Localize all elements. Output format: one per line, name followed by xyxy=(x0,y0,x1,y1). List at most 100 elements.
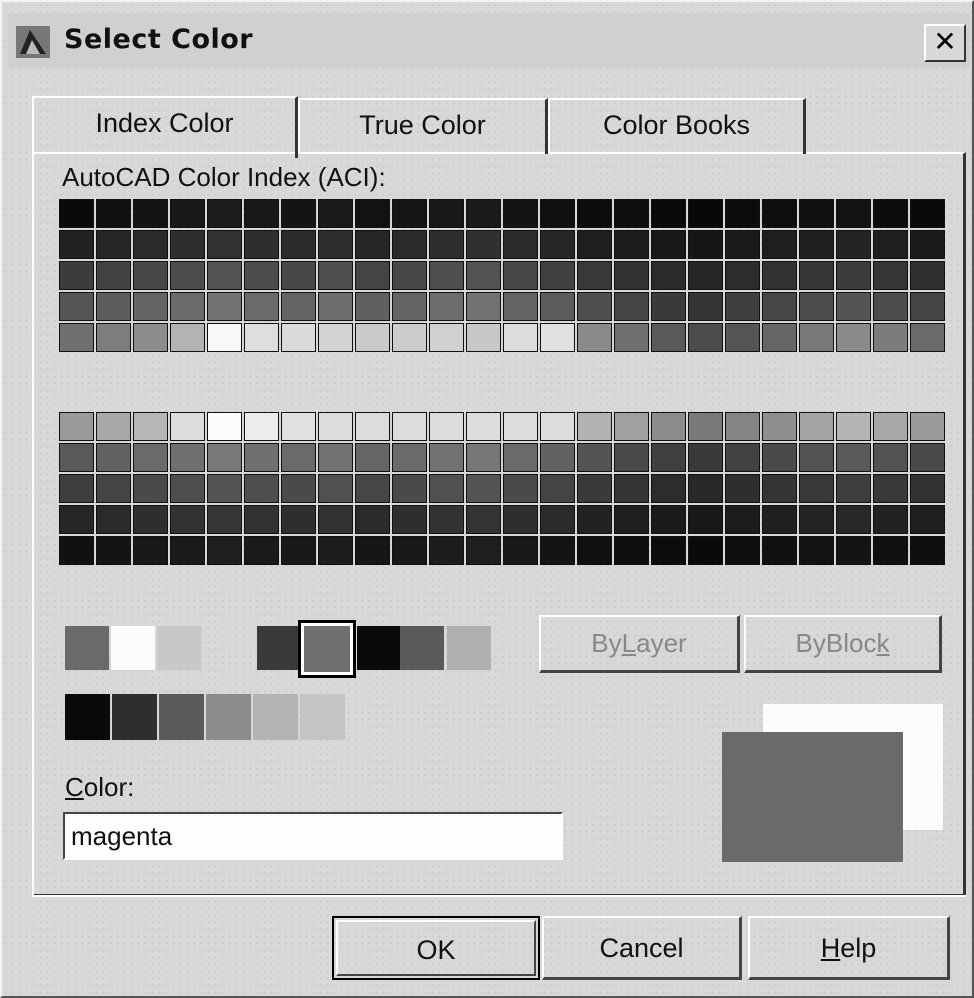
aci-swatch[interactable] xyxy=(281,474,316,503)
aci-swatch[interactable] xyxy=(207,323,242,352)
aci-swatch[interactable] xyxy=(392,505,427,534)
aci-swatch[interactable] xyxy=(873,536,908,565)
aci-swatch[interactable] xyxy=(503,323,538,352)
aci-swatch[interactable] xyxy=(281,412,316,441)
aci-swatch[interactable] xyxy=(651,230,686,259)
aci-swatch[interactable] xyxy=(429,474,464,503)
aci-swatch[interactable] xyxy=(355,474,390,503)
aci-swatch[interactable] xyxy=(799,505,834,534)
aci-swatch[interactable] xyxy=(725,443,760,472)
aci-swatch[interactable] xyxy=(762,505,797,534)
byblock-button[interactable]: ByBlock xyxy=(744,615,942,673)
aci-swatch[interactable] xyxy=(873,474,908,503)
aci-swatch[interactable] xyxy=(466,199,501,228)
aci-swatch[interactable] xyxy=(96,323,131,352)
aci-swatch[interactable] xyxy=(429,536,464,565)
aci-swatch[interactable] xyxy=(429,292,464,321)
aci-swatch[interactable] xyxy=(96,199,131,228)
aci-swatch[interactable] xyxy=(207,474,242,503)
aci-swatch[interactable] xyxy=(503,230,538,259)
aci-swatch[interactable] xyxy=(688,199,723,228)
aci-swatch[interactable] xyxy=(429,505,464,534)
aci-swatch[interactable] xyxy=(540,230,575,259)
aci-swatch[interactable] xyxy=(688,505,723,534)
standard-color-swatch[interactable] xyxy=(357,626,401,670)
aci-swatch[interactable] xyxy=(873,412,908,441)
aci-swatch[interactable] xyxy=(725,261,760,290)
aci-swatch[interactable] xyxy=(355,199,390,228)
standard-color-swatch[interactable] xyxy=(400,626,444,670)
aci-swatch[interactable] xyxy=(392,261,427,290)
aci-swatch[interactable] xyxy=(799,474,834,503)
aci-swatch[interactable] xyxy=(170,412,205,441)
aci-swatch[interactable] xyxy=(651,261,686,290)
aci-swatch[interactable] xyxy=(133,443,168,472)
aci-swatch[interactable] xyxy=(836,443,871,472)
aci-swatch[interactable] xyxy=(244,443,279,472)
color-input[interactable] xyxy=(63,812,563,860)
aci-swatch[interactable] xyxy=(244,292,279,321)
aci-swatch[interactable] xyxy=(540,323,575,352)
aci-swatch[interactable] xyxy=(503,505,538,534)
aci-swatch[interactable] xyxy=(392,474,427,503)
aci-swatch[interactable] xyxy=(355,505,390,534)
aci-swatch[interactable] xyxy=(910,474,945,503)
aci-swatch[interactable] xyxy=(688,292,723,321)
aci-swatch[interactable] xyxy=(355,323,390,352)
aci-swatch[interactable] xyxy=(725,412,760,441)
aci-swatch[interactable] xyxy=(281,536,316,565)
aci-swatch[interactable] xyxy=(836,505,871,534)
aci-swatch[interactable] xyxy=(170,323,205,352)
aci-swatch[interactable] xyxy=(688,230,723,259)
aci-swatch[interactable] xyxy=(503,474,538,503)
aci-swatch[interactable] xyxy=(725,199,760,228)
aci-swatch[interactable] xyxy=(59,443,94,472)
aci-swatch[interactable] xyxy=(207,412,242,441)
aci-swatch[interactable] xyxy=(614,474,649,503)
tab-index-color[interactable]: Index Color xyxy=(32,96,298,158)
aci-swatch[interactable] xyxy=(392,536,427,565)
aci-swatch[interactable] xyxy=(244,323,279,352)
tab-true-color[interactable]: True Color xyxy=(298,98,548,154)
aci-swatch[interactable] xyxy=(96,536,131,565)
aci-swatch[interactable] xyxy=(207,505,242,534)
aci-swatch[interactable] xyxy=(577,323,612,352)
aci-swatch[interactable] xyxy=(318,536,353,565)
cancel-button[interactable]: Cancel xyxy=(542,916,742,980)
aci-swatch[interactable] xyxy=(540,536,575,565)
standard-color-swatch[interactable] xyxy=(157,626,201,670)
aci-swatch[interactable] xyxy=(207,199,242,228)
aci-swatch[interactable] xyxy=(170,230,205,259)
aci-swatch[interactable] xyxy=(688,412,723,441)
aci-swatch[interactable] xyxy=(725,536,760,565)
aci-swatch[interactable] xyxy=(910,323,945,352)
aci-swatch[interactable] xyxy=(318,323,353,352)
aci-swatch[interactable] xyxy=(355,536,390,565)
aci-swatch[interactable] xyxy=(651,292,686,321)
aci-swatch[interactable] xyxy=(244,505,279,534)
aci-swatch[interactable] xyxy=(688,443,723,472)
aci-swatch[interactable] xyxy=(577,292,612,321)
aci-swatch[interactable] xyxy=(355,292,390,321)
aci-swatch[interactable] xyxy=(688,323,723,352)
aci-swatch[interactable] xyxy=(540,474,575,503)
standard-color-swatch[interactable] xyxy=(257,626,301,670)
aci-swatch[interactable] xyxy=(614,412,649,441)
aci-swatch[interactable] xyxy=(429,199,464,228)
aci-swatch[interactable] xyxy=(762,412,797,441)
aci-swatch[interactable] xyxy=(577,536,612,565)
aci-swatch[interactable] xyxy=(429,443,464,472)
aci-swatch[interactable] xyxy=(836,412,871,441)
aci-swatch[interactable] xyxy=(466,412,501,441)
aci-swatch[interactable] xyxy=(725,323,760,352)
aci-swatch[interactable] xyxy=(577,443,612,472)
aci-swatch[interactable] xyxy=(503,199,538,228)
aci-swatch[interactable] xyxy=(688,261,723,290)
gray-color-swatch[interactable] xyxy=(159,694,204,740)
aci-swatch[interactable] xyxy=(466,261,501,290)
aci-swatch[interactable] xyxy=(392,230,427,259)
aci-swatch[interactable] xyxy=(725,474,760,503)
aci-swatch[interactable] xyxy=(133,292,168,321)
aci-swatch[interactable] xyxy=(318,199,353,228)
aci-swatch[interactable] xyxy=(873,443,908,472)
